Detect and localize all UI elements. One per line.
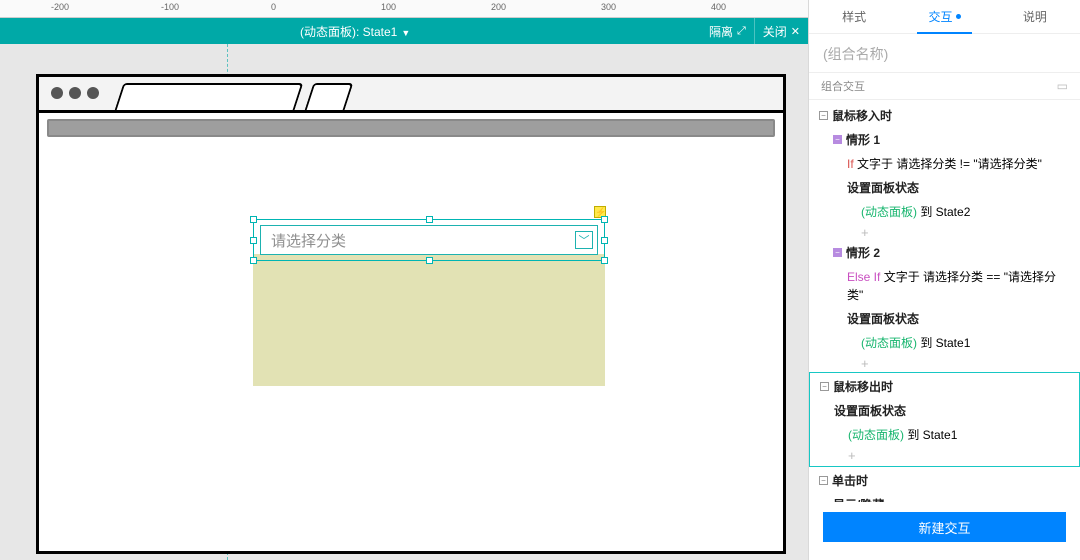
collapse-icon[interactable]: − [833, 248, 842, 257]
interaction-tree: − 鼠标移入时 − 情形 1 If 文字于 请选择分类 != "请选择分类" 设… [809, 100, 1080, 502]
browser-tab-shape [115, 83, 304, 110]
tab-notes[interactable]: 说明 [990, 0, 1080, 33]
event-mouse-leave-selected[interactable]: − 鼠标移出时 设置面板状态 (动态面板) 到 State1 + [809, 372, 1080, 467]
action-label[interactable]: 设置面板状态 [810, 399, 1079, 423]
action-label[interactable]: 显示/隐藏 [809, 493, 1080, 502]
browser-tabbar [39, 77, 783, 113]
close-button[interactable]: 关闭✕ [754, 18, 808, 44]
event-click[interactable]: − 单击时 [809, 469, 1080, 493]
ruler-horizontal: -200 -100 0 100 200 300 400 [0, 0, 808, 18]
dropdown-toggle[interactable]: ﹀ [571, 226, 597, 254]
add-action[interactable]: + [810, 447, 1079, 464]
condition-row[interactable]: Else If 文字于 请选择分类 == "请选择分类" [809, 265, 1080, 307]
window-dots-icon [51, 87, 99, 99]
state-label[interactable]: (动态面板): State1▼ [0, 23, 414, 40]
inspector-tabs: 样式 交互 说明 [809, 0, 1080, 34]
expand-icon: ⤢ [737, 25, 746, 38]
collapse-icon[interactable]: − [819, 111, 828, 120]
address-bar-shape [47, 119, 775, 137]
tab-style[interactable]: 样式 [809, 0, 899, 33]
active-dot-icon [956, 14, 961, 19]
collapse-icon[interactable]: − [833, 135, 842, 144]
resize-handle[interactable] [601, 257, 608, 264]
collapse-icon[interactable]: − [820, 382, 829, 391]
action-target[interactable]: (动态面板) 到 State1 [809, 331, 1080, 355]
canvas-area: -200 -100 0 100 200 300 400 (动态面板): Stat… [0, 0, 808, 560]
condition-row[interactable]: If 文字于 请选择分类 != "请选择分类" [809, 152, 1080, 176]
ruler-tick: 400 [711, 2, 726, 12]
resize-handle[interactable] [601, 237, 608, 244]
ruler-tick: 0 [271, 2, 276, 12]
state-bar: (动态面板): State1▼ 隔离⤢ 关闭✕ [0, 18, 808, 44]
chevron-down-icon: ▼ [401, 28, 410, 38]
resize-handle[interactable] [250, 216, 257, 223]
resize-handle[interactable] [250, 237, 257, 244]
browser-tab-shape [305, 83, 354, 110]
ruler-tick: 100 [381, 2, 396, 12]
event-mouse-enter[interactable]: − 鼠标移入时 [809, 104, 1080, 128]
resize-handle[interactable] [601, 216, 608, 223]
resize-handle[interactable] [426, 257, 433, 264]
case-node[interactable]: − 情形 1 [809, 128, 1080, 152]
resize-handle[interactable] [426, 216, 433, 223]
canvas-body[interactable]: ⚡ 请选择分类 ﹀ [0, 44, 808, 560]
dropdown-placeholder: 请选择分类 [261, 230, 571, 251]
section-group-interactions: 组合交互 ▭ [809, 72, 1080, 100]
new-interaction-button[interactable]: 新建交互 [823, 512, 1066, 542]
widget-name-input[interactable]: (组合名称) [809, 34, 1080, 72]
dropdown-widget[interactable]: 请选择分类 ﹀ [260, 225, 598, 255]
action-label[interactable]: 设置面板状态 [809, 307, 1080, 331]
panel-background-rect[interactable] [253, 254, 605, 386]
ruler-tick: -200 [51, 2, 69, 12]
inspector-panel: 样式 交互 说明 (组合名称) 组合交互 ▭ − 鼠标移入时 − 情形 1 If… [808, 0, 1080, 560]
action-label[interactable]: 设置面板状态 [809, 176, 1080, 200]
case-node[interactable]: − 情形 2 [809, 241, 1080, 265]
chevron-down-icon: ﹀ [575, 231, 593, 249]
close-icon: ✕ [791, 25, 800, 38]
add-action[interactable]: + [809, 355, 1080, 372]
action-target[interactable]: (动态面板) 到 State1 [810, 423, 1079, 447]
ruler-tick: 200 [491, 2, 506, 12]
ruler-tick: 300 [601, 2, 616, 12]
add-action[interactable]: + [809, 224, 1080, 241]
isolate-button[interactable]: 隔离⤢ [701, 18, 754, 44]
popout-icon[interactable]: ▭ [1057, 79, 1068, 93]
resize-handle[interactable] [250, 257, 257, 264]
ruler-tick: -100 [161, 2, 179, 12]
selected-group[interactable]: ⚡ 请选择分类 ﹀ [253, 219, 605, 261]
action-target[interactable]: (动态面板) 到 State2 [809, 200, 1080, 224]
collapse-icon[interactable]: − [819, 476, 828, 485]
tab-interactions[interactable]: 交互 [899, 0, 989, 33]
